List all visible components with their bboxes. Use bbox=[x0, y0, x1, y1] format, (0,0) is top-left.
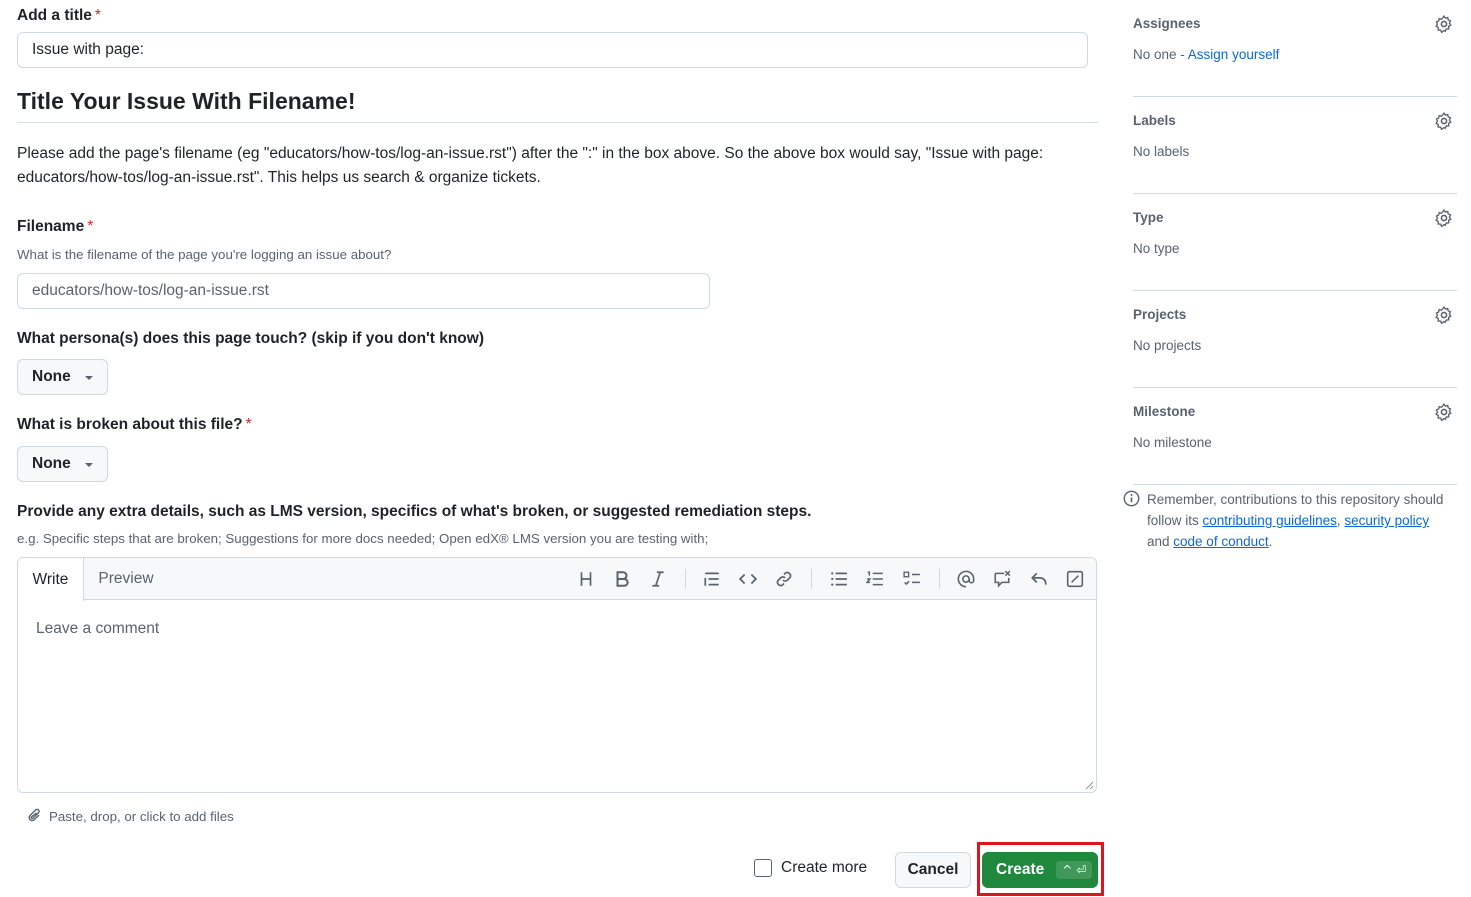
broken-dropdown-value: None bbox=[32, 455, 71, 472]
broken-dropdown[interactable]: None bbox=[17, 446, 108, 482]
milestone-title: Milestone bbox=[1133, 404, 1196, 419]
contribution-note: Remember, contributions to this reposito… bbox=[1123, 489, 1453, 552]
persona-dropdown[interactable]: None bbox=[17, 359, 108, 395]
editor-toolbar: Write Preview bbox=[18, 558, 1096, 601]
labels-gear-icon[interactable] bbox=[1435, 112, 1453, 130]
resize-handle-icon[interactable] bbox=[1084, 780, 1094, 790]
filename-placeholder: educators/how-tos/log-an-issue.rst bbox=[32, 282, 269, 299]
reference-icon[interactable] bbox=[992, 569, 1012, 589]
code-of-conduct-link[interactable]: code of conduct bbox=[1173, 534, 1268, 549]
toolbar-divider bbox=[939, 569, 940, 589]
create-more-label: Create more bbox=[781, 859, 868, 876]
attach-files-label: Paste, drop, or click to add files bbox=[49, 808, 234, 824]
assign-yourself-link[interactable]: Assign yourself bbox=[1188, 47, 1280, 62]
attach-files[interactable]: Paste, drop, or click to add files bbox=[27, 808, 234, 824]
sidebar-type: Type No type bbox=[1133, 194, 1457, 291]
paperclip-icon bbox=[28, 808, 40, 822]
type-title: Type bbox=[1133, 210, 1164, 225]
task-list-icon[interactable] bbox=[902, 569, 922, 589]
required-mark: * bbox=[87, 218, 94, 235]
contributing-guidelines-link[interactable]: contributing guidelines bbox=[1203, 513, 1337, 528]
tab-write[interactable]: Write bbox=[18, 558, 84, 601]
italic-icon[interactable] bbox=[648, 569, 668, 589]
comment-editor: Write Preview Leave a comment bbox=[17, 557, 1097, 793]
milestone-gear-icon[interactable] bbox=[1435, 403, 1453, 421]
extra-details-hint: e.g. Specific steps that are broken; Sug… bbox=[17, 531, 709, 546]
tab-preview[interactable]: Preview bbox=[84, 558, 168, 600]
broken-label: What is broken about this file? * bbox=[17, 416, 252, 434]
required-mark: * bbox=[245, 416, 252, 433]
security-policy-link[interactable]: security policy bbox=[1344, 513, 1429, 528]
comment-placeholder: Leave a comment bbox=[36, 620, 160, 637]
code-icon[interactable] bbox=[738, 569, 758, 589]
labels-value: No labels bbox=[1133, 144, 1190, 159]
shortcut-hint: ^ ⏎ bbox=[1056, 861, 1093, 879]
title-input[interactable]: Issue with page: bbox=[17, 32, 1088, 68]
caret-down-icon bbox=[85, 376, 93, 380]
assignees-gear-icon[interactable] bbox=[1435, 15, 1453, 33]
info-icon bbox=[1123, 490, 1140, 507]
type-value: No type bbox=[1133, 241, 1180, 256]
labels-title: Labels bbox=[1133, 113, 1176, 128]
heading-divider bbox=[17, 122, 1098, 123]
link-icon[interactable] bbox=[774, 569, 794, 589]
sidebar-assignees: Assignees No one - Assign yourself bbox=[1133, 0, 1457, 97]
template-instructions: Please add the page's filename (eg "educ… bbox=[17, 145, 1044, 186]
persona-dropdown-value: None bbox=[32, 368, 71, 385]
note-end: . bbox=[1268, 534, 1273, 549]
broken-label-text: What is broken about this file? bbox=[17, 416, 243, 433]
sidebar-milestone: Milestone No milestone bbox=[1133, 388, 1457, 485]
create-button-highlight: Create ^ ⏎ bbox=[977, 842, 1104, 896]
note-and: and bbox=[1147, 534, 1174, 549]
ordered-list-icon[interactable] bbox=[865, 569, 885, 589]
title-input-value: Issue with page: bbox=[32, 41, 145, 58]
template-heading: Title Your Issue With Filename! bbox=[17, 88, 356, 114]
cancel-button[interactable]: Cancel bbox=[895, 852, 971, 888]
projects-gear-icon[interactable] bbox=[1435, 306, 1453, 324]
required-mark: * bbox=[94, 7, 101, 24]
unordered-list-icon[interactable] bbox=[829, 569, 849, 589]
title-label-text: Add a title bbox=[17, 7, 92, 24]
persona-label: What persona(s) does this page touch? (s… bbox=[17, 330, 484, 347]
filename-label: Filename * bbox=[17, 218, 93, 236]
projects-title: Projects bbox=[1133, 307, 1187, 322]
extra-details-label: Provide any extra details, such as LMS v… bbox=[17, 503, 812, 520]
sidebar-projects: Projects No projects bbox=[1133, 291, 1457, 388]
create-more-checkbox[interactable] bbox=[754, 859, 772, 877]
heading-icon[interactable] bbox=[576, 569, 596, 589]
comment-textarea[interactable]: Leave a comment bbox=[18, 601, 1096, 792]
filename-label-text: Filename bbox=[17, 218, 85, 235]
assignees-value: No one - Assign yourself bbox=[1133, 47, 1279, 62]
toolbar-divider bbox=[811, 569, 812, 589]
filename-input[interactable]: educators/how-tos/log-an-issue.rst bbox=[17, 273, 710, 309]
quote-icon[interactable] bbox=[702, 569, 722, 589]
sidebar-labels: Labels No labels bbox=[1133, 97, 1457, 194]
create-more-toggle[interactable]: Create more bbox=[754, 859, 867, 877]
create-button[interactable]: Create ^ ⏎ bbox=[982, 852, 1098, 888]
filename-hint: What is the filename of the page you're … bbox=[17, 247, 392, 262]
projects-value: No projects bbox=[1133, 338, 1202, 353]
assignees-title: Assignees bbox=[1133, 16, 1201, 31]
bold-icon[interactable] bbox=[612, 569, 632, 589]
milestone-value: No milestone bbox=[1133, 435, 1212, 450]
saved-reply-icon[interactable] bbox=[1029, 569, 1049, 589]
create-button-label: Create bbox=[996, 861, 1045, 878]
assignees-none: No one - bbox=[1133, 47, 1188, 62]
fullscreen-icon[interactable] bbox=[1065, 569, 1085, 589]
toolbar-divider bbox=[685, 569, 686, 589]
type-gear-icon[interactable] bbox=[1435, 209, 1453, 227]
mention-icon[interactable] bbox=[956, 569, 976, 589]
title-label: Add a title * bbox=[17, 7, 101, 25]
caret-down-icon bbox=[85, 463, 93, 467]
